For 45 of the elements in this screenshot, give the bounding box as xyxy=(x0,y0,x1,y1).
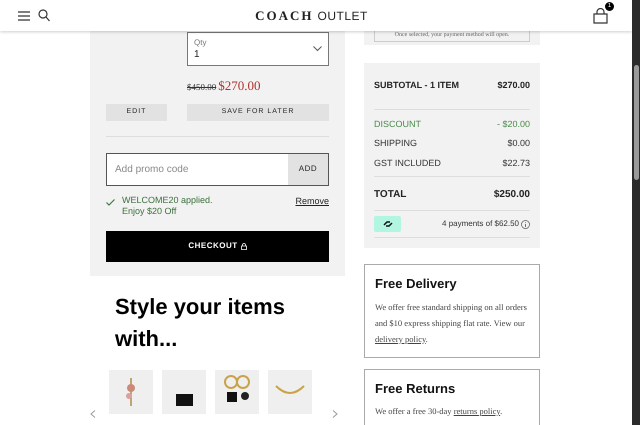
promo-applied-message: Enjoy $20 Off xyxy=(122,206,178,216)
chevron-right-icon[interactable] xyxy=(332,410,338,418)
checkmark-icon xyxy=(106,198,115,206)
summary-line-label: SHIPPING xyxy=(374,137,418,150)
logo-suffix: OUTLET xyxy=(318,8,368,24)
subtotal-label: SUBTOTAL - 1 ITEM xyxy=(374,79,460,92)
total-value: $250.00 xyxy=(494,188,530,202)
promo-code-field[interactable]: Add promo code ADD xyxy=(106,152,329,186)
shopping-bag-icon[interactable] xyxy=(593,8,608,24)
scrollbar[interactable] xyxy=(632,0,640,425)
quantity-label: Qty xyxy=(194,38,208,46)
promo-applied-message: WELCOME20 applied. xyxy=(122,194,214,206)
info-card-text: We offer free standard shipping on all orders and $10 express shipping flat rate. View our delivery policy. xyxy=(375,300,528,346)
summary-line-label: GST INCLUDED xyxy=(374,156,441,170)
product-photo[interactable] xyxy=(162,370,206,414)
installments-text: 4 payments of $62.50 xyxy=(442,218,519,230)
logo[interactable]: COACH xyxy=(255,6,314,26)
menu-icon[interactable] xyxy=(18,10,30,20)
recommendations-heading: Style your items with... xyxy=(115,292,286,352)
summary-line-label: DISCOUNT xyxy=(374,118,421,130)
subtotal-value: $270.00 xyxy=(497,79,530,92)
info-card-title: Free Returns xyxy=(375,380,456,398)
policy-link[interactable]: returns policy xyxy=(454,406,500,416)
info-icon[interactable] xyxy=(521,220,530,228)
add-promo-button[interactable]: ADD xyxy=(288,154,328,184)
sale-price: $270.00 xyxy=(218,77,260,95)
info-card-text: We offer a free 30-day returns policy. xyxy=(375,405,504,418)
search-icon[interactable] xyxy=(38,9,50,22)
link-icon xyxy=(382,220,392,228)
summary-line-value: - $20.00 xyxy=(496,118,530,130)
policy-link[interactable]: delivery policy xyxy=(375,334,426,344)
original-price: $450.00 xyxy=(187,81,216,94)
total-label: TOTAL xyxy=(374,188,406,202)
checkout-button[interactable]: CHECKOUT xyxy=(106,230,329,262)
summary-line-value: $22.73 xyxy=(502,156,530,170)
lock-icon xyxy=(240,242,247,250)
chevron-down-icon xyxy=(313,46,322,52)
scrollbar-thumb[interactable] xyxy=(634,65,638,180)
remove-link[interactable]: Remove xyxy=(295,194,329,206)
info-card-title: Free Delivery xyxy=(375,275,458,293)
summary-line-value: $0.00 xyxy=(507,137,530,150)
quantity-select[interactable]: Qty 1 xyxy=(187,32,329,66)
quantity-value: 1 xyxy=(194,50,201,60)
product-photo[interactable] xyxy=(215,370,259,414)
chevron-left-icon[interactable] xyxy=(90,410,96,418)
